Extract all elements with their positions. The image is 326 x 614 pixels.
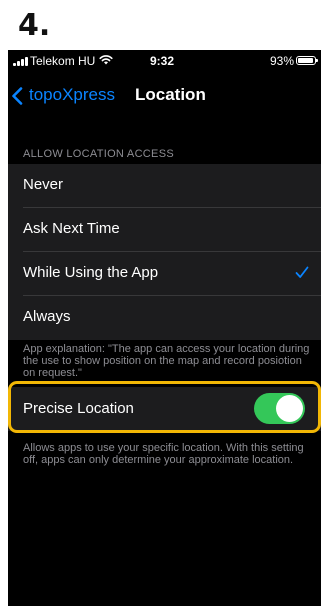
step-number: 4.	[18, 8, 51, 43]
checkmark-icon	[295, 266, 309, 278]
back-label: topoXpress	[29, 85, 115, 104]
precise-location-toggle[interactable]	[254, 393, 305, 424]
chevron-left-icon	[12, 87, 23, 105]
battery-percent: 93%	[270, 54, 295, 68]
precise-location-footer: Allows apps to use your specific locatio…	[23, 442, 304, 466]
precise-location-label: Precise Location	[23, 400, 134, 417]
phone-screen: Telekom HU 9:32 93% topoXpress Location …	[8, 50, 321, 606]
signal-bars-icon	[13, 56, 29, 66]
option-never[interactable]: Never	[8, 164, 321, 208]
status-bar: Telekom HU 9:32 93%	[8, 50, 321, 72]
option-always[interactable]: Always	[8, 296, 321, 340]
wifi-icon	[99, 55, 113, 65]
option-label: Never	[23, 176, 64, 193]
option-while-using-the-app[interactable]: While Using the App	[8, 252, 321, 296]
precise-location-row: Precise Location	[8, 387, 321, 431]
option-ask-next-time[interactable]: Ask Next Time	[8, 208, 321, 252]
option-label: Ask Next Time	[23, 220, 120, 237]
app-explanation: App explanation: "The app can access you…	[23, 343, 310, 379]
option-label: Always	[23, 308, 71, 325]
section-header: ALLOW LOCATION ACCESS	[23, 148, 174, 160]
toggle-knob	[276, 395, 303, 422]
carrier-name: Telekom HU	[30, 54, 96, 68]
navigation-bar: topoXpress Location	[8, 72, 321, 116]
battery-icon	[296, 56, 318, 65]
location-access-options: Never Ask Next Time While Using the App …	[8, 164, 321, 340]
option-label: While Using the App	[23, 264, 159, 281]
status-time: 9:32	[150, 54, 175, 68]
page-title: Location	[135, 85, 206, 104]
